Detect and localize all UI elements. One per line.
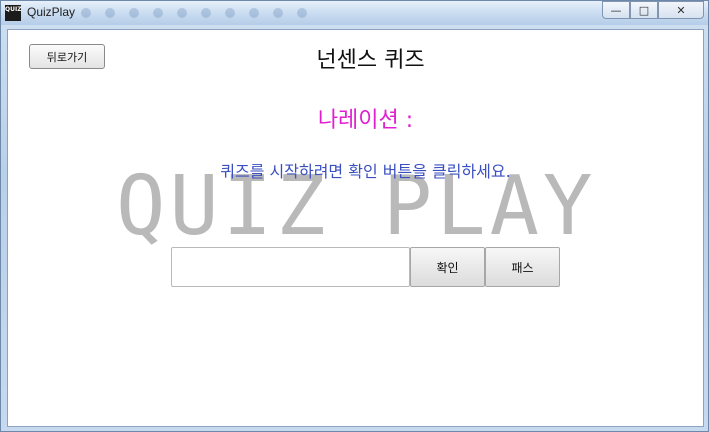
instruction-text: 퀴즈를 시작하려면 확인 버튼을 클릭하세요. xyxy=(220,162,511,181)
maximize-button[interactable]: □ xyxy=(630,1,658,19)
blur-dot xyxy=(249,8,259,18)
quiz-panel: QUIZ PLAY 뒤로가기 넌센스 퀴즈 나레이션 : 퀴즈를 시작하려면 확… xyxy=(7,29,704,427)
blur-dot xyxy=(81,8,91,18)
window-controls: — □ ✕ xyxy=(602,1,704,19)
answer-input[interactable] xyxy=(171,247,410,287)
app-logo-icon: QUIZ xyxy=(5,5,22,21)
narration-label: 나레이션 : xyxy=(317,108,414,133)
close-icon: ✕ xyxy=(676,3,686,17)
confirm-button[interactable]: 확인 xyxy=(410,247,485,287)
blur-dot xyxy=(297,8,307,18)
window-title: QuizPlay xyxy=(27,5,76,19)
blur-dot xyxy=(153,8,163,18)
minimize-button[interactable]: — xyxy=(602,1,630,19)
blur-dot xyxy=(177,8,187,18)
page-title: 넌센스 퀴즈 xyxy=(316,48,425,73)
blur-dot xyxy=(129,8,139,18)
app-window: QUIZ QuizPlay — □ ✕ QUIZ PLAY 뒤로가기 넌센스 퀴… xyxy=(0,0,709,432)
blur-dot xyxy=(105,8,115,18)
maximize-icon: □ xyxy=(638,3,650,17)
minimize-icon: — xyxy=(610,3,622,17)
app-logo-text: QUIZ xyxy=(5,6,22,13)
blur-dot xyxy=(273,8,283,18)
title-bar[interactable]: QUIZ QuizPlay — □ ✕ xyxy=(1,1,708,25)
close-button[interactable]: ✕ xyxy=(658,1,704,19)
pass-button[interactable]: 패스 xyxy=(485,247,560,287)
background-blur xyxy=(81,5,601,21)
blur-dot xyxy=(201,8,211,18)
blur-dot xyxy=(225,8,235,18)
